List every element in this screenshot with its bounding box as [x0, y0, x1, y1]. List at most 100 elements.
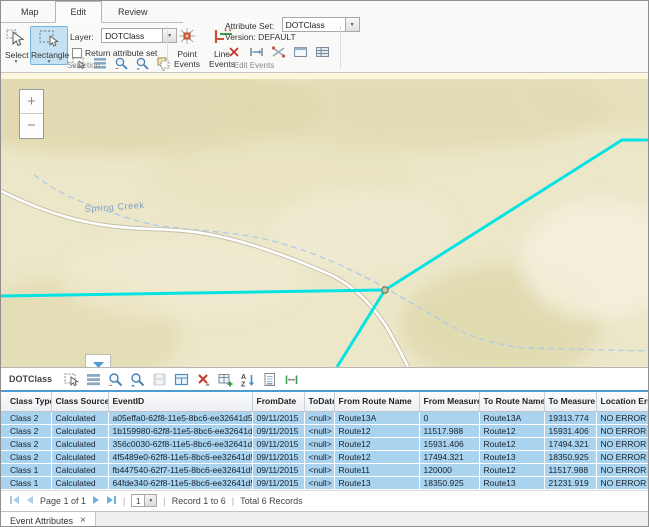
cell-from-date: 09/11/2015 [252, 424, 304, 437]
column-header[interactable]: FromDate [252, 392, 304, 411]
column-header[interactable]: EventID [108, 392, 252, 411]
table-row[interactable]: Class 2 Calculated a05effa0-62f8-11e5-8b… [1, 411, 649, 424]
merge-event-icon[interactable] [271, 45, 286, 60]
rectangle-tool-button[interactable]: Rectangle ▼ [30, 26, 68, 65]
panel-toolbar: DOTClass AZ [1, 368, 648, 390]
layer-dropdown-value[interactable]: DOTClass [101, 28, 163, 43]
event-window-icon[interactable] [293, 45, 308, 60]
column-header[interactable]: To Measure [544, 392, 596, 411]
cell-event-id: a05effa0-62f8-11e5-8bc6-ee32641d5ec9 [108, 411, 252, 424]
cell-event-id: 64fde340-62f8-11e5-8bc6-ee32641d5ec9 [108, 476, 252, 489]
cell-to-route-name: Route13 [479, 450, 544, 463]
svg-text:A: A [241, 374, 246, 381]
table-row[interactable]: Class 1 Calculated fb447540-62f7-11e5-8b… [1, 463, 649, 476]
cell-location-error: NO ERROR [596, 476, 649, 489]
cell-location-error: NO ERROR [596, 411, 649, 424]
cell-class-source: Calculated [51, 463, 108, 476]
route-junction-marker[interactable] [382, 287, 388, 293]
next-page-icon[interactable] [92, 495, 100, 507]
page-select-dropdown[interactable]: 1 ▼ [131, 494, 157, 507]
table-row[interactable]: Class 1 Calculated 64fde340-62f8-11e5-8b… [1, 476, 649, 489]
layer-dropdown[interactable]: DOTClass ▼ [101, 28, 177, 43]
cell-location-error: NO ERROR [596, 424, 649, 437]
ribbon-divider-2 [340, 26, 341, 68]
cell-from-measure: 18350.925 [419, 476, 479, 489]
cell-event-id: 4f5489e0-62f8-11e5-8bc6-ee32641d5ec9 [108, 450, 252, 463]
zoom-out-button[interactable]: − [20, 114, 43, 138]
zoom-to-measure-icon[interactable] [283, 371, 300, 388]
cell-to-date: <null> [304, 437, 334, 450]
column-header[interactable]: From Measure [419, 392, 479, 411]
zoom-to-selection-icon[interactable] [107, 371, 124, 388]
delete-event-icon[interactable] [227, 45, 242, 60]
first-page-icon[interactable] [9, 495, 20, 507]
switch-layout-icon[interactable] [173, 371, 190, 388]
cell-to-route-name: Route12 [479, 437, 544, 450]
tab-map[interactable]: Map [5, 1, 55, 23]
page-select-value[interactable]: 1 [131, 494, 145, 507]
clear-selection-icon[interactable] [195, 371, 212, 388]
last-page-icon[interactable] [106, 495, 117, 507]
event-attributes-tab-label: Event Attributes [10, 516, 73, 526]
cell-to-date: <null> [304, 463, 334, 476]
cell-class-type: Class 1 [1, 476, 51, 489]
cell-event-id: fb447540-62f7-11e5-8bc6-ee32641d5ec9 [108, 463, 252, 476]
cell-from-route-name: Route12 [334, 450, 419, 463]
select-cursor-icon [6, 40, 26, 50]
column-header[interactable]: Location Error [596, 392, 649, 411]
cell-class-type: Class 2 [1, 424, 51, 437]
edit-events-group-label: Edit Events [169, 61, 339, 70]
cell-from-route-name: Route11 [334, 463, 419, 476]
cell-to-route-name: Route13 [479, 476, 544, 489]
version-label: Version: DEFAULT [225, 32, 296, 42]
panel-collapse-tab[interactable] [85, 354, 111, 367]
basemap: Spring Creek [1, 79, 649, 367]
attribute-set-dropdown-caret-icon[interactable]: ▼ [346, 17, 360, 32]
event-table-icon[interactable] [315, 45, 330, 60]
cell-to-measure: 21231.919 [544, 476, 596, 489]
pan-to-selection-icon[interactable] [129, 371, 146, 388]
cell-from-measure: 120000 [419, 463, 479, 476]
table-row[interactable]: Class 2 Calculated 4f5489e0-62f8-11e5-8b… [1, 450, 649, 463]
close-icon[interactable]: × [80, 516, 86, 525]
cell-from-date: 09/11/2015 [252, 476, 304, 489]
show-records-icon[interactable] [85, 371, 102, 388]
sort-icon[interactable]: AZ [239, 371, 256, 388]
column-header[interactable]: From Route Name [334, 392, 419, 411]
cell-from-date: 09/11/2015 [252, 450, 304, 463]
tab-event-attributes[interactable]: Event Attributes × [1, 512, 96, 527]
split-event-icon[interactable] [249, 45, 264, 60]
cell-from-measure: 0 [419, 411, 479, 424]
column-header[interactable]: Class Type [1, 392, 51, 411]
attribute-set-dropdown[interactable]: DOTClass ▼ [282, 17, 360, 32]
cell-to-date: <null> [304, 450, 334, 463]
edit-events-mini-toolbar [227, 45, 330, 60]
event-editor-window: Map Edit Review Select ▼ Rectangle ▼ Lay… [0, 0, 649, 527]
cell-to-measure: 15931.406 [544, 424, 596, 437]
page-select-caret-icon[interactable]: ▼ [145, 494, 157, 507]
tab-review[interactable]: Review [102, 1, 164, 23]
map-canvas[interactable]: Spring Creek + − [1, 79, 649, 367]
column-header[interactable]: Class Source [51, 392, 108, 411]
column-header[interactable]: To Route Name [479, 392, 544, 411]
column-header[interactable]: ToDate [304, 392, 334, 411]
select-features-icon[interactable] [63, 371, 80, 388]
table-row[interactable]: Class 2 Calculated 356c0030-62f8-11e5-8b… [1, 437, 649, 450]
cell-class-source: Calculated [51, 424, 108, 437]
cell-class-source: Calculated [51, 476, 108, 489]
previous-page-icon[interactable] [26, 495, 34, 507]
cell-to-measure: 11517.988 [544, 463, 596, 476]
add-records-icon[interactable] [217, 371, 234, 388]
attribute-set-dropdown-value[interactable]: DOTClass [282, 17, 346, 32]
cell-location-error: NO ERROR [596, 463, 649, 476]
table-body: Class 2 Calculated a05effa0-62f8-11e5-8b… [1, 411, 649, 489]
table-row[interactable]: Class 2 Calculated 1b159980-62f8-11e5-8b… [1, 424, 649, 437]
save-icon[interactable] [151, 371, 168, 388]
attribute-form-icon[interactable] [261, 371, 278, 388]
cell-from-date: 09/11/2015 [252, 463, 304, 476]
cell-from-route-name: Route13A [334, 411, 419, 424]
layer-label: Layer: [70, 32, 94, 42]
tab-edit[interactable]: Edit [55, 1, 103, 23]
select-tool-button[interactable]: Select ▼ [4, 26, 28, 65]
zoom-in-button[interactable]: + [20, 90, 43, 114]
